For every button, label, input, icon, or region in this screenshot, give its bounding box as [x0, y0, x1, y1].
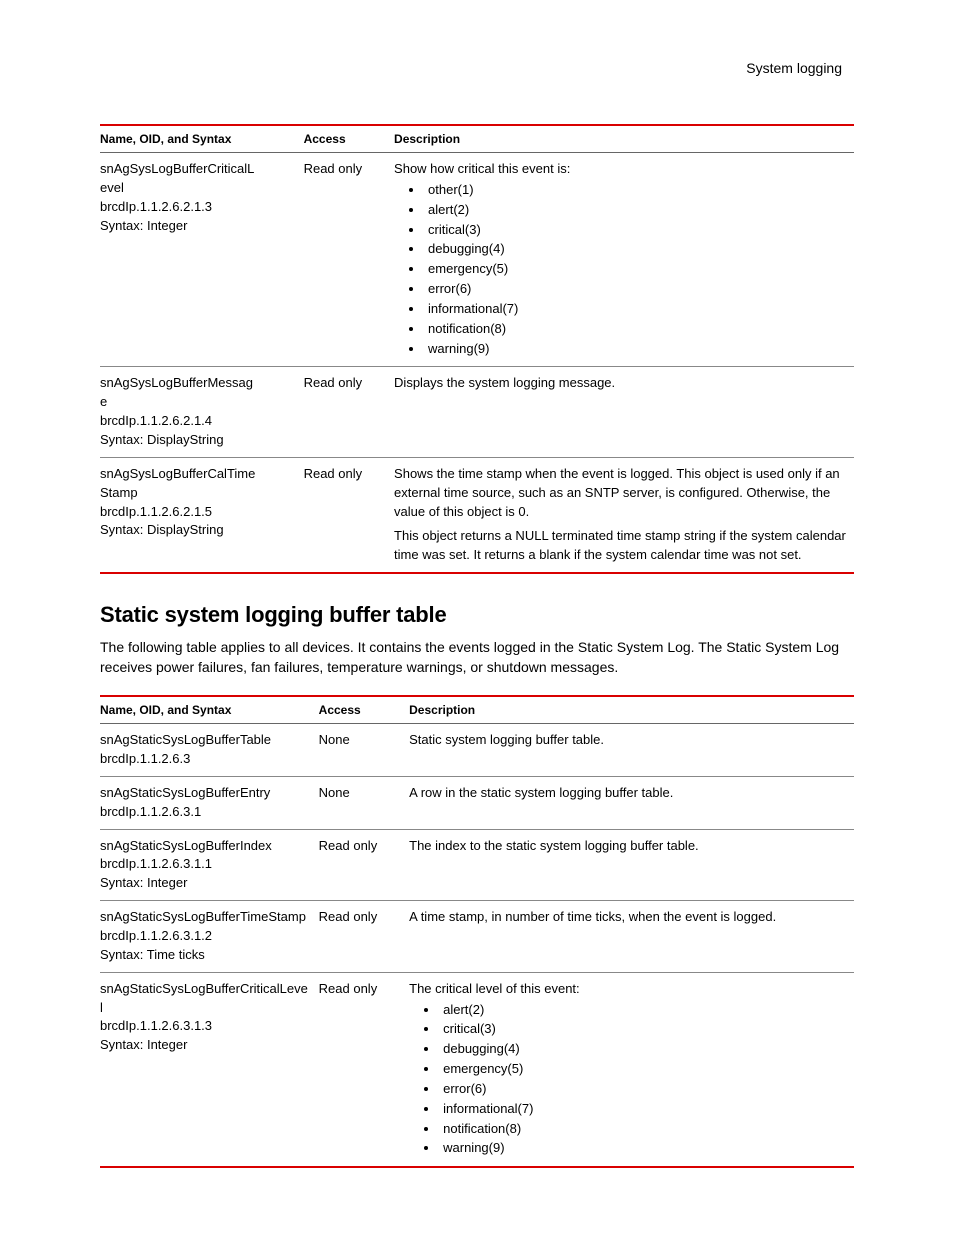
oid-path: brcdIp.1.1.2.6.3 [100, 750, 311, 769]
oid-name-cont: Stamp [100, 484, 296, 503]
section-paragraph: The following table applies to all devic… [100, 638, 854, 677]
access-cell: Read only [304, 457, 394, 573]
desc-bullet-list: other(1) alert(2) critical(3) debugging(… [394, 181, 846, 360]
t2-header-name: Name, OID, and Syntax [100, 696, 319, 724]
table-row: snAgSysLogBufferCalTime Stamp brcdIp.1.1… [100, 457, 854, 573]
oid-syntax: Syntax: Integer [100, 1036, 311, 1055]
section-heading: Static system logging buffer table [100, 602, 854, 628]
table-row: snAgSysLogBufferCriticalL evel brcdIp.1.… [100, 153, 854, 367]
desc-cell: The index to the static system logging b… [409, 829, 854, 901]
list-item: emergency(5) [424, 260, 846, 280]
oid-name: snAgStaticSysLogBufferCriticalLeve [100, 980, 311, 999]
oid-name: snAgSysLogBufferCriticalL [100, 160, 296, 179]
list-item: emergency(5) [439, 1060, 846, 1080]
desc-cell: Static system logging buffer table. [409, 724, 854, 777]
desc-bullet-list: alert(2) critical(3) debugging(4) emerge… [409, 1001, 846, 1160]
list-item: notification(8) [439, 1120, 846, 1140]
access-cell: Read only [319, 829, 409, 901]
oid-path: brcdIp.1.1.2.6.3.1.3 [100, 1017, 311, 1036]
list-item: notification(8) [424, 320, 846, 340]
list-item: informational(7) [439, 1100, 846, 1120]
oid-path: brcdIp.1.1.2.6.3.1.1 [100, 855, 311, 874]
access-cell: Read only [319, 901, 409, 973]
oid-name: snAgSysLogBufferCalTime [100, 465, 296, 484]
list-item: error(6) [424, 280, 846, 300]
list-item: critical(3) [439, 1020, 846, 1040]
access-cell: Read only [304, 153, 394, 367]
oid-syntax: Syntax: DisplayString [100, 521, 296, 540]
list-item: debugging(4) [439, 1040, 846, 1060]
oid-path: brcdIp.1.1.2.6.2.1.4 [100, 412, 296, 431]
oid-path: brcdIp.1.1.2.6.3.1 [100, 803, 311, 822]
desc-para: This object returns a NULL terminated ti… [394, 527, 846, 565]
table-row: snAgSysLogBufferMessag e brcdIp.1.1.2.6.… [100, 367, 854, 457]
table-row: snAgStaticSysLogBufferIndex brcdIp.1.1.2… [100, 829, 854, 901]
mib-table-1: Name, OID, and Syntax Access Description… [100, 124, 854, 574]
desc-cell: A time stamp, in number of time ticks, w… [409, 901, 854, 973]
t2-header-access: Access [319, 696, 409, 724]
oid-path: brcdIp.1.1.2.6.2.1.3 [100, 198, 296, 217]
list-item: error(6) [439, 1080, 846, 1100]
desc-cell: Displays the system logging message. [394, 367, 854, 457]
list-item: critical(3) [424, 221, 846, 241]
oid-syntax: Syntax: Time ticks [100, 946, 311, 965]
list-item: informational(7) [424, 300, 846, 320]
table-row: snAgStaticSysLogBufferEntry brcdIp.1.1.2… [100, 776, 854, 829]
table-row: snAgStaticSysLogBufferCriticalLeve l brc… [100, 972, 854, 1167]
desc-lead: The critical level of this event: [409, 981, 580, 996]
oid-name: snAgStaticSysLogBufferIndex [100, 837, 311, 856]
oid-name: snAgSysLogBufferMessag [100, 374, 296, 393]
oid-path: brcdIp.1.1.2.6.3.1.2 [100, 927, 311, 946]
mib-table-2: Name, OID, and Syntax Access Description… [100, 695, 854, 1168]
oid-name: snAgStaticSysLogBufferTimeStamp [100, 908, 311, 927]
oid-syntax: Syntax: Integer [100, 874, 311, 893]
oid-name-cont: e [100, 393, 296, 412]
list-item: alert(2) [424, 201, 846, 221]
table-row: snAgStaticSysLogBufferTable brcdIp.1.1.2… [100, 724, 854, 777]
list-item: alert(2) [439, 1001, 846, 1021]
oid-path: brcdIp.1.1.2.6.2.1.5 [100, 503, 296, 522]
oid-syntax: Syntax: DisplayString [100, 431, 296, 450]
oid-syntax: Syntax: Integer [100, 217, 296, 236]
access-cell: None [319, 724, 409, 777]
list-item: other(1) [424, 181, 846, 201]
t1-header-desc: Description [394, 125, 854, 153]
t2-header-desc: Description [409, 696, 854, 724]
running-header: System logging [100, 60, 854, 76]
oid-name: snAgStaticSysLogBufferEntry [100, 784, 311, 803]
oid-name-cont: evel [100, 179, 296, 198]
access-cell: Read only [304, 367, 394, 457]
oid-name-cont: l [100, 999, 311, 1018]
list-item: debugging(4) [424, 240, 846, 260]
desc-lead: Show how critical this event is: [394, 161, 570, 176]
table-row: snAgStaticSysLogBufferTimeStamp brcdIp.1… [100, 901, 854, 973]
access-cell: None [319, 776, 409, 829]
list-item: warning(9) [439, 1139, 846, 1159]
list-item: warning(9) [424, 340, 846, 360]
desc-cell: A row in the static system logging buffe… [409, 776, 854, 829]
desc-para: Shows the time stamp when the event is l… [394, 465, 846, 522]
access-cell: Read only [319, 972, 409, 1167]
t1-header-name: Name, OID, and Syntax [100, 125, 304, 153]
t1-header-access: Access [304, 125, 394, 153]
oid-name: snAgStaticSysLogBufferTable [100, 731, 311, 750]
